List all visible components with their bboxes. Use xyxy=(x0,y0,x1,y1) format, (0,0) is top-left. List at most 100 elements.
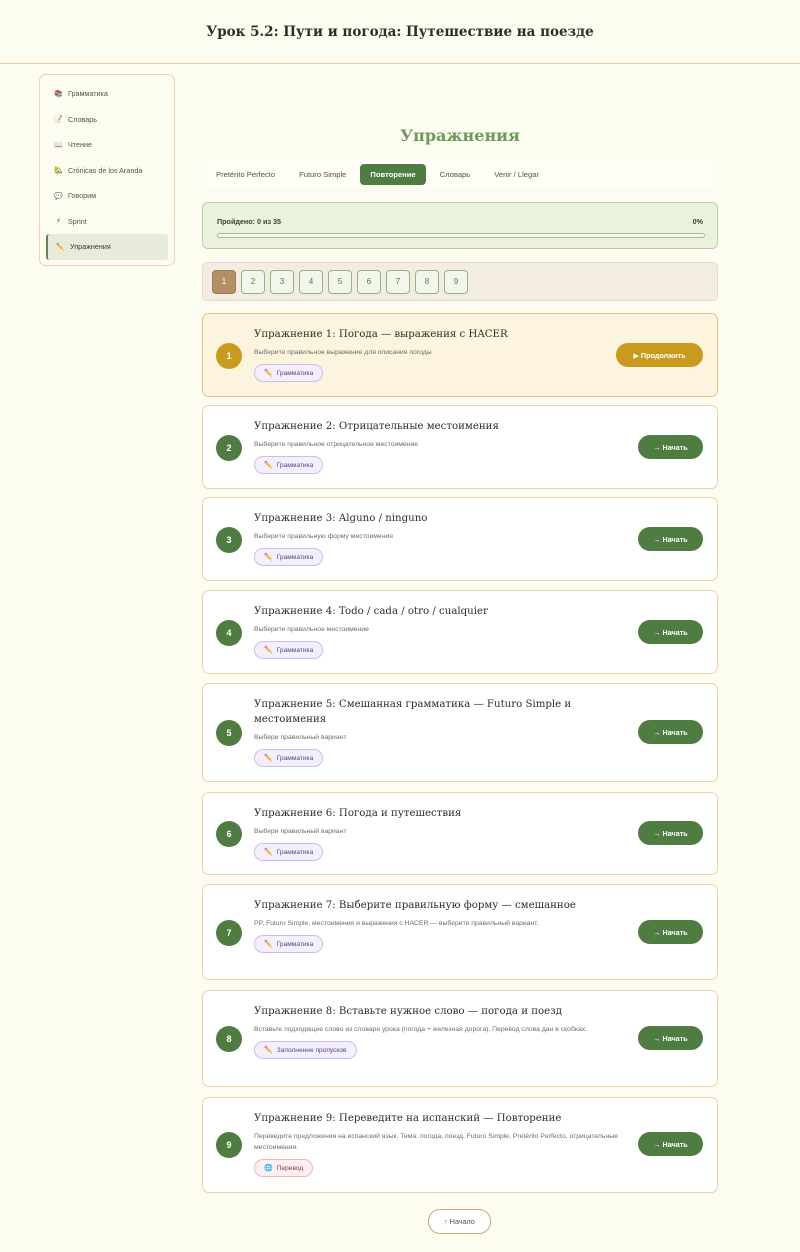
exercise-card-8: 8 Упражнение 8: Вставьте нужное слово — … xyxy=(202,990,718,1087)
page-button-2[interactable]: 2 xyxy=(241,269,265,294)
exercise-number: 2 xyxy=(216,435,242,461)
lightning-icon: ⚡ xyxy=(56,218,61,226)
exercise-tag: ✏️ Грамматика xyxy=(254,641,324,659)
books-icon: 📚 xyxy=(54,90,63,98)
tab-preterito-perfecto[interactable]: Pretérito Perfecto xyxy=(206,164,285,185)
exercise-tag: ✏️ Грамматика xyxy=(254,364,324,382)
sidebar-item-grammar[interactable]: 📚 Грамматика xyxy=(46,81,168,107)
exercise-number: 8 xyxy=(216,1026,242,1052)
exercise-tag: ✏️ Заполнение пропусков xyxy=(254,1041,357,1059)
exercise-number: 3 xyxy=(216,527,242,553)
sidebar-item-vocabulary[interactable]: 📝 Словарь xyxy=(46,107,168,133)
exercise-tag: ✏️ Грамматика xyxy=(254,749,324,767)
progress-panel: Пройдено: 0 из 35 0% xyxy=(202,202,718,249)
start-button[interactable]: → Начать xyxy=(638,435,703,459)
top-bar: Урок 5.2: Пути и погода: Путешествие на … xyxy=(0,0,800,64)
exercise-card-2: 2 Упражнение 2: Отрицательные местоимени… xyxy=(202,405,718,489)
page-button-9[interactable]: 9 xyxy=(444,269,468,294)
start-button[interactable]: → Начать xyxy=(638,1026,703,1050)
sidebar-item-cronicas[interactable]: 🏡 Crónicas de los Aranda xyxy=(46,158,168,184)
pencil-icon: ✏️ xyxy=(264,941,273,948)
exercise-title: Упражнение 2: Отрицательные местоимения xyxy=(254,421,499,432)
exercise-title: Упражнение 4: Todo / cada / otro / cualq… xyxy=(254,606,488,617)
exercise-number: 6 xyxy=(216,821,242,847)
exercise-number: 1 xyxy=(216,343,242,369)
sidebar-item-exercises[interactable]: ✏️ Упражнения xyxy=(46,234,168,260)
progress-percent: 0% xyxy=(692,217,703,226)
exercise-title: Упражнение 1: Погода — выражения с HACER xyxy=(254,329,508,340)
memo-icon: 📝 xyxy=(54,116,63,124)
sidebar-item-label: Crónicas de los Aranda xyxy=(68,165,143,175)
sidebar-item-reading[interactable]: 📖 Чтение xyxy=(46,132,168,158)
progress-bar xyxy=(217,233,705,238)
exercise-number: 4 xyxy=(216,620,242,646)
speech-bubble-icon: 💬 xyxy=(54,192,63,200)
exercise-title: Упражнение 5: Смешанная грамматика — Fut… xyxy=(254,699,572,725)
pencil-icon: ✏️ xyxy=(264,849,273,856)
exercise-tag: ✏️ Грамматика xyxy=(254,548,324,566)
tab-vocabulary[interactable]: Словарь xyxy=(430,164,481,185)
tab-futuro-simple[interactable]: Futuro Simple xyxy=(289,164,356,185)
pencil-icon: ✏️ xyxy=(264,1047,273,1054)
exercise-card-4: 4 Упражнение 4: Todo / cada / otro / cua… xyxy=(202,590,718,674)
page-button-5[interactable]: 5 xyxy=(328,269,352,294)
exercise-tag-label: Грамматика xyxy=(276,553,314,561)
start-button[interactable]: → Начать xyxy=(638,620,703,644)
pencil-icon: ✏️ xyxy=(264,370,273,377)
sidebar: 📚 Грамматика 📝 Словарь 📖 Чтение 🏡 Crónic… xyxy=(39,74,175,266)
pencil-icon: ✏️ xyxy=(264,647,273,654)
tab-review[interactable]: Повторение xyxy=(360,163,426,185)
pencil-icon: ✏️ xyxy=(264,755,273,762)
sidebar-item-label: Словарь xyxy=(68,114,97,124)
exercise-title: Упражнение 8: Вставьте нужное слово — по… xyxy=(254,1006,563,1017)
sidebar-item-label: Грамматика xyxy=(68,89,108,99)
page-button-4[interactable]: 4 xyxy=(299,269,323,294)
sidebar-item-label: Упражнения xyxy=(70,242,111,252)
tab-bar: Pretérito Perfecto Futuro Simple Повторе… xyxy=(202,160,718,188)
page-button-6[interactable]: 6 xyxy=(357,269,381,294)
exercise-title: Упражнение 9: Переведите на испанский — … xyxy=(254,1113,562,1124)
sidebar-item-sprint[interactable]: ⚡ Sprint xyxy=(46,209,168,235)
exercise-tag: ✏️ Грамматика xyxy=(254,935,324,953)
exercise-card-3: 3 Упражнение 3: Alguno / ninguno Выберит… xyxy=(202,497,718,581)
exercise-tag: ✏️ Грамматика xyxy=(254,843,324,861)
sidebar-item-speaking[interactable]: 💬 Говорим xyxy=(46,183,168,209)
open-book-icon: 📖 xyxy=(54,141,63,149)
exercise-card-1: 1 Упражнение 1: Погода — выражения с HAC… xyxy=(202,313,718,397)
pencil-icon: ✏️ xyxy=(264,554,273,561)
page-button-3[interactable]: 3 xyxy=(270,269,294,294)
page-title: Урок 5.2: Пути и погода: Путешествие на … xyxy=(206,23,594,40)
start-button[interactable]: → Начать xyxy=(638,1132,703,1156)
start-button[interactable]: → Начать xyxy=(638,527,703,551)
page-button-1[interactable]: 1 xyxy=(212,269,236,294)
back-to-top-button[interactable]: ↑ Начало xyxy=(428,1209,491,1234)
exercise-number: 7 xyxy=(216,920,242,946)
exercise-description: Переведите предложения на испанский язык… xyxy=(254,1133,618,1151)
start-button[interactable]: → Начать xyxy=(638,821,703,845)
page-button-7[interactable]: 7 xyxy=(386,269,410,294)
exercise-description: PP, Futuro Simple, местоимения и выражен… xyxy=(254,920,539,927)
pencil-icon: ✏️ xyxy=(56,243,65,251)
continue-button[interactable]: ▶ Продолжить xyxy=(616,343,703,367)
exercise-number: 5 xyxy=(216,720,242,746)
section-title: Упражнения xyxy=(400,126,520,145)
sidebar-item-label: Чтение xyxy=(68,140,92,150)
exercise-description: Выберите правильное выражение для описан… xyxy=(254,349,432,356)
exercise-title: Упражнение 6: Погода и путешествия xyxy=(254,808,462,819)
exercise-tag: 🌐 Перевод xyxy=(254,1159,314,1177)
start-button[interactable]: → Начать xyxy=(638,920,703,944)
sidebar-item-label: Говорим xyxy=(68,191,97,201)
exercise-card-5: 5 Упражнение 5: Смешанная грамматика — F… xyxy=(202,683,718,782)
exercise-number: 9 xyxy=(216,1132,242,1158)
page-button-8[interactable]: 8 xyxy=(415,269,439,294)
exercise-pager: 1 2 3 4 5 6 7 8 9 xyxy=(202,262,718,301)
exercise-tag-label: Грамматика xyxy=(276,940,314,948)
exercise-description: Выбери правильный вариант xyxy=(254,734,347,741)
progress-label: Пройдено: 0 из 35 xyxy=(217,217,282,226)
exercise-tag: ✏️ Грамматика xyxy=(254,456,324,474)
start-button[interactable]: → Начать xyxy=(638,720,703,744)
exercise-tag-label: Грамматика xyxy=(276,461,314,469)
sidebar-item-label: Sprint xyxy=(68,216,87,226)
exercise-description: Выберите правильную форму местоимения xyxy=(254,533,393,540)
tab-venir-llegar[interactable]: Venir / Llegar xyxy=(484,164,549,185)
